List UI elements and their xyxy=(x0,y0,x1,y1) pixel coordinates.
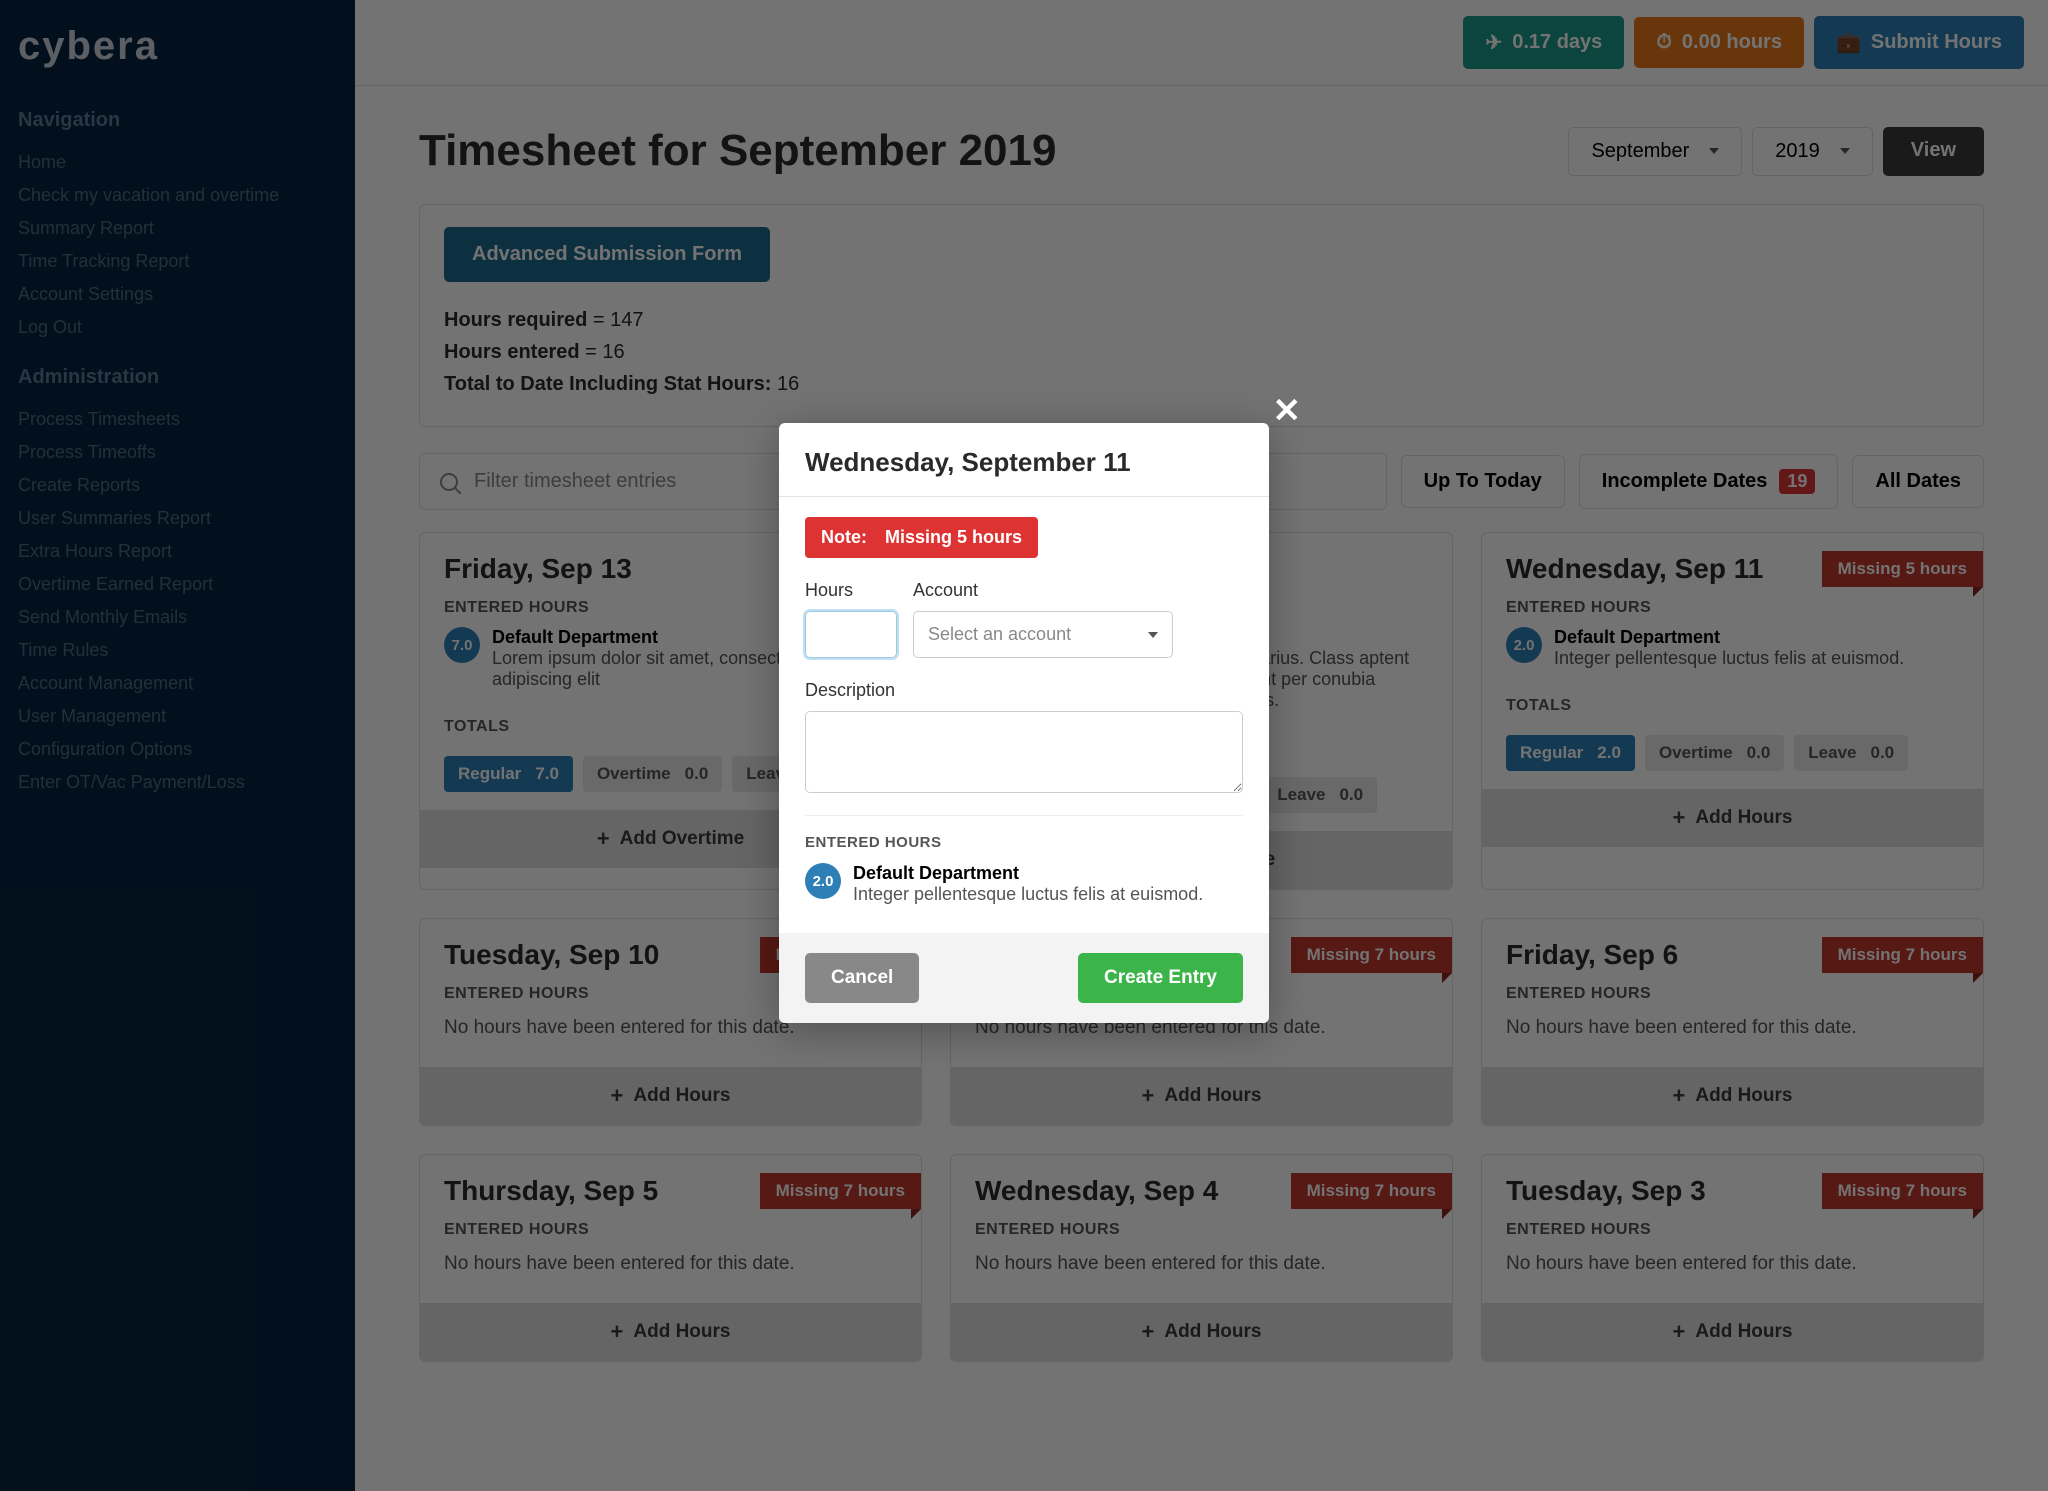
modal-entered-heading: ENTERED HOURS xyxy=(805,815,1243,851)
account-placeholder: Select an account xyxy=(928,624,1071,645)
hours-input[interactable] xyxy=(805,611,897,658)
close-icon[interactable]: ✕ xyxy=(1273,391,1302,431)
entry-description: Integer pellentesque luctus felis at eui… xyxy=(853,884,1203,905)
create-entry-button[interactable]: Create Entry xyxy=(1078,953,1243,1003)
description-input[interactable] xyxy=(805,711,1243,793)
modal-note-pill: Note: Missing 5 hours xyxy=(805,517,1038,558)
hours-label: Hours xyxy=(805,580,897,601)
cancel-button[interactable]: Cancel xyxy=(805,953,919,1003)
modal-wrap: ✕ Wednesday, September 11 Note: Missing … xyxy=(779,423,1269,1023)
account-label: Account xyxy=(913,580,1173,601)
note-message: Missing 5 hours xyxy=(885,527,1022,548)
entry-modal: Wednesday, September 11 Note: Missing 5 … xyxy=(779,423,1269,1023)
entry-department: Default Department xyxy=(853,863,1203,884)
chevron-down-icon xyxy=(1148,632,1158,638)
modal-title: Wednesday, September 11 xyxy=(805,447,1243,478)
note-label: Note: xyxy=(821,527,867,548)
account-select[interactable]: Select an account xyxy=(913,611,1173,658)
entry-hours-badge: 2.0 xyxy=(805,863,841,899)
description-label: Description xyxy=(805,680,1243,701)
